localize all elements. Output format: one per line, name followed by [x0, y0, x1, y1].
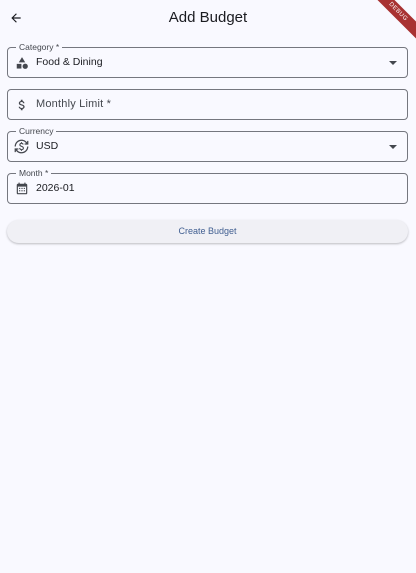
category-value: Food & Dining: [36, 56, 103, 68]
monthly-limit-field[interactable]: Monthly Limit *: [7, 89, 408, 120]
category-label: Category *: [16, 42, 63, 52]
month-value: 2026-01: [36, 182, 75, 194]
calendar-icon: [14, 181, 29, 196]
currency-value: USD: [36, 140, 59, 152]
currency-label: Currency: [16, 126, 57, 136]
create-budget-button[interactable]: Create Budget: [7, 220, 408, 243]
page-title: Add Budget: [168, 9, 248, 26]
currency-dropdown[interactable]: Currency USD: [7, 126, 408, 162]
currency-exchange-icon: [14, 139, 29, 154]
month-label: Month *: [16, 168, 52, 178]
category-shapes-icon: [14, 55, 29, 70]
monthly-limit-placeholder: Monthly Limit *: [36, 98, 112, 110]
dropdown-arrow-icon: [389, 145, 397, 149]
category-dropdown[interactable]: Category * Food & Dining: [7, 42, 408, 78]
app-bar: Add Budget DEBUG: [0, 0, 416, 45]
dropdown-arrow-icon: [389, 61, 397, 65]
month-field[interactable]: Month * 2026-01: [7, 168, 408, 204]
dollar-icon: [14, 97, 29, 112]
